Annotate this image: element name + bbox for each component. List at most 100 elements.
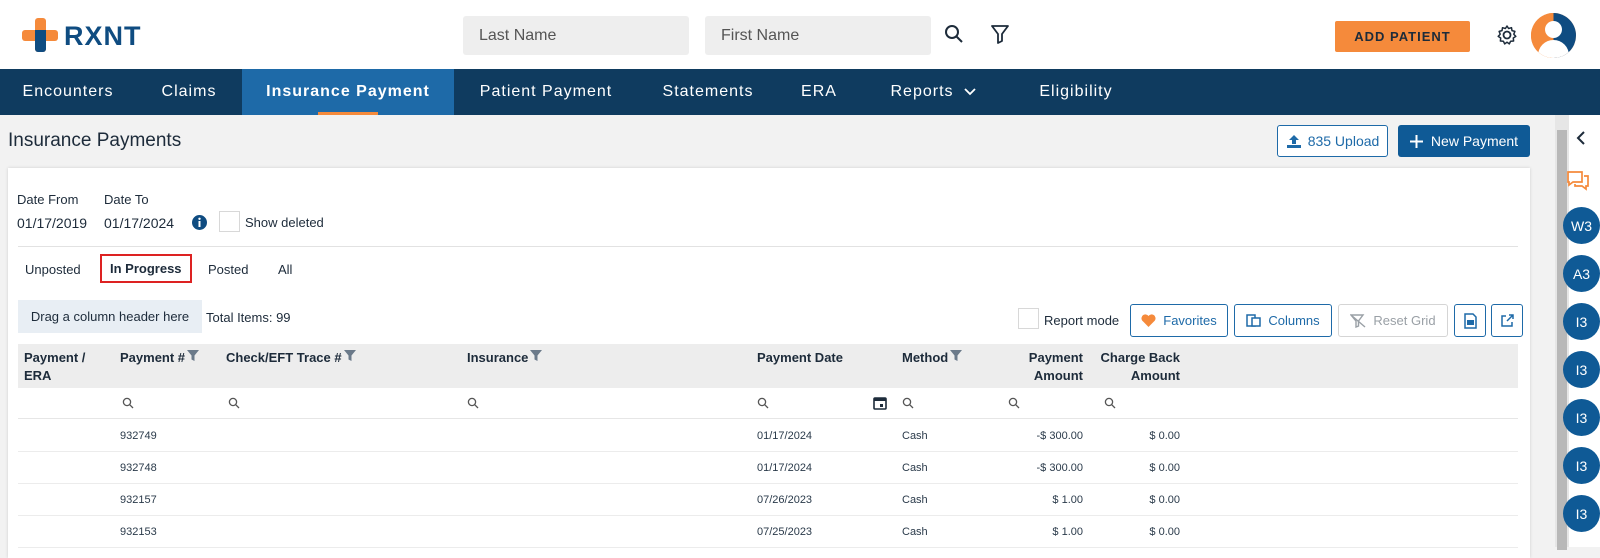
nav-encounters[interactable]: Encounters — [0, 69, 136, 115]
side-badge[interactable]: I3 — [1563, 351, 1600, 388]
cell-payment-amount: $ 1.00 — [1052, 494, 1083, 506]
chat-icon[interactable] — [1566, 170, 1590, 192]
tab-unposted[interactable]: Unposted — [25, 262, 81, 277]
col-method[interactable]: Method — [902, 349, 963, 367]
payments-card: Date From 01/17/2019 Date To 01/17/2024 … — [8, 168, 1530, 558]
nav-statements[interactable]: Statements — [638, 69, 778, 115]
last-name-input[interactable]: Last Name — [463, 16, 689, 55]
search-icon[interactable] — [1008, 397, 1020, 409]
date-to-value[interactable]: 01/17/2024 — [104, 215, 174, 231]
search-icon[interactable] — [228, 397, 240, 409]
nav-insurance-payment[interactable]: Insurance Payment — [242, 69, 454, 115]
search-icon[interactable] — [467, 397, 479, 409]
column-filter-icon[interactable] — [530, 349, 543, 362]
tab-all[interactable]: All — [278, 262, 292, 277]
new-payment-button[interactable]: New Payment — [1398, 125, 1530, 157]
side-badge[interactable]: A3 — [1563, 255, 1600, 292]
col-payment-number[interactable]: Payment # — [120, 349, 200, 367]
table-row[interactable]: 932748 01/17/2024 Cash -$ 300.00 $ 0.00 — [18, 452, 1518, 484]
favorites-button[interactable]: Favorites — [1130, 304, 1228, 337]
search-icon[interactable] — [757, 397, 769, 409]
tab-in-progress[interactable]: In Progress — [100, 254, 192, 283]
columns-button[interactable]: Columns — [1234, 304, 1332, 337]
col-check-eft-label: Check/EFT Trace # — [226, 350, 342, 365]
plus-icon — [1409, 134, 1423, 148]
side-badge[interactable]: I3 — [1563, 495, 1600, 532]
cell-payment-amount: -$ 300.00 — [1036, 462, 1083, 474]
scrollbar-thumb[interactable] — [1557, 130, 1567, 550]
col-payment-amount[interactable]: Payment Amount — [998, 349, 1083, 385]
col-chargeback-line2: Amount — [1130, 368, 1180, 383]
table-row[interactable]: 932749 01/17/2024 Cash -$ 300.00 $ 0.00 — [18, 420, 1518, 452]
col-chargeback-amount[interactable]: Charge Back Amount — [1094, 349, 1180, 385]
export-button[interactable] — [1491, 304, 1523, 337]
reset-grid-button[interactable]: Reset Grid — [1338, 304, 1448, 337]
total-items: Total Items: 99 — [206, 310, 291, 325]
calendar-icon[interactable] — [873, 396, 887, 410]
show-deleted-label: Show deleted — [245, 215, 324, 230]
cell-payment-amount: $ 1.00 — [1052, 526, 1083, 538]
col-payment-amount-line2: Amount — [1033, 368, 1083, 383]
table-row[interactable]: 932153 07/25/2023 Cash $ 1.00 $ 0.00 — [18, 516, 1518, 548]
side-badge[interactable]: I3 — [1563, 399, 1600, 436]
upload-835-label: 835 Upload — [1307, 133, 1380, 149]
chevron-left-icon[interactable] — [1575, 131, 1587, 145]
side-badge[interactable]: I3 — [1563, 303, 1600, 340]
cell-chargeback-amount: $ 0.00 — [1149, 494, 1180, 506]
search-icon[interactable] — [902, 397, 914, 409]
column-filter-icon[interactable] — [343, 349, 356, 362]
export-excel-button[interactable] — [1454, 304, 1486, 337]
nav-reports-label: Reports — [890, 83, 954, 100]
filter-icon[interactable] — [991, 24, 1013, 46]
nav-patient-payment[interactable]: Patient Payment — [454, 69, 638, 115]
cell-method: Cash — [902, 430, 928, 442]
add-patient-button[interactable]: ADD PATIENT — [1335, 21, 1470, 52]
user-avatar[interactable] — [1531, 13, 1576, 58]
upload-835-button[interactable]: 835 Upload — [1277, 125, 1388, 157]
report-mode-label: Report mode — [1044, 313, 1120, 328]
export-file-icon — [1463, 312, 1477, 329]
search-icon[interactable] — [944, 24, 966, 46]
cell-payment-date: 01/17/2024 — [757, 462, 813, 474]
table-row[interactable]: 932157 07/26/2023 Cash $ 1.00 $ 0.00 — [18, 484, 1518, 516]
cell-payment-number: 932157 — [120, 494, 157, 506]
new-payment-label: New Payment — [1430, 133, 1519, 149]
tab-posted[interactable]: Posted — [208, 262, 248, 277]
columns-label: Columns — [1268, 313, 1320, 328]
side-badge[interactable]: I3 — [1563, 447, 1600, 484]
col-check-eft[interactable]: Check/EFT Trace # — [226, 349, 356, 367]
group-drop-area[interactable]: Drag a column header here — [18, 300, 202, 333]
first-name-input[interactable]: First Name — [705, 16, 931, 55]
external-link-icon — [1501, 313, 1514, 327]
cell-chargeback-amount: $ 0.00 — [1149, 462, 1180, 474]
gear-icon[interactable] — [1496, 24, 1518, 46]
col-payment-era-line1: Payment / — [24, 350, 86, 365]
nav-claims[interactable]: Claims — [136, 69, 242, 115]
col-payment-era[interactable]: Payment / ERA — [24, 349, 85, 385]
column-filter-icon[interactable] — [950, 349, 963, 362]
heart-icon — [1141, 314, 1156, 327]
search-icon[interactable] — [122, 397, 134, 409]
side-badge[interactable]: W3 — [1563, 207, 1600, 244]
report-mode-checkbox[interactable] — [1018, 308, 1039, 329]
divider — [18, 246, 1518, 247]
date-from-value[interactable]: 01/17/2019 — [17, 215, 87, 231]
nav-reports[interactable]: Reports — [860, 69, 1006, 115]
search-icon[interactable] — [1104, 397, 1116, 409]
reset-grid-label: Reset Grid — [1373, 313, 1436, 328]
top-bar: RXNT Last Name First Name ADD PATIENT — [0, 0, 1600, 69]
show-deleted-checkbox[interactable] — [219, 211, 240, 232]
cell-payment-number: 932749 — [120, 430, 157, 442]
filter-clear-icon — [1350, 313, 1366, 328]
nav-era[interactable]: ERA — [778, 69, 860, 115]
nav-eligibility[interactable]: Eligibility — [1006, 69, 1146, 115]
col-insurance[interactable]: Insurance — [467, 349, 543, 367]
info-icon[interactable] — [192, 215, 207, 235]
chevron-down-icon — [963, 88, 976, 96]
column-filter-icon[interactable] — [187, 349, 200, 362]
grid-header: Payment / ERA Payment # Check/EFT Trace … — [18, 344, 1518, 388]
col-payment-date[interactable]: Payment Date — [757, 349, 843, 367]
cell-method: Cash — [902, 526, 928, 538]
col-insurance-label: Insurance — [467, 350, 529, 365]
rxnt-logo[interactable]: RXNT — [22, 18, 142, 54]
